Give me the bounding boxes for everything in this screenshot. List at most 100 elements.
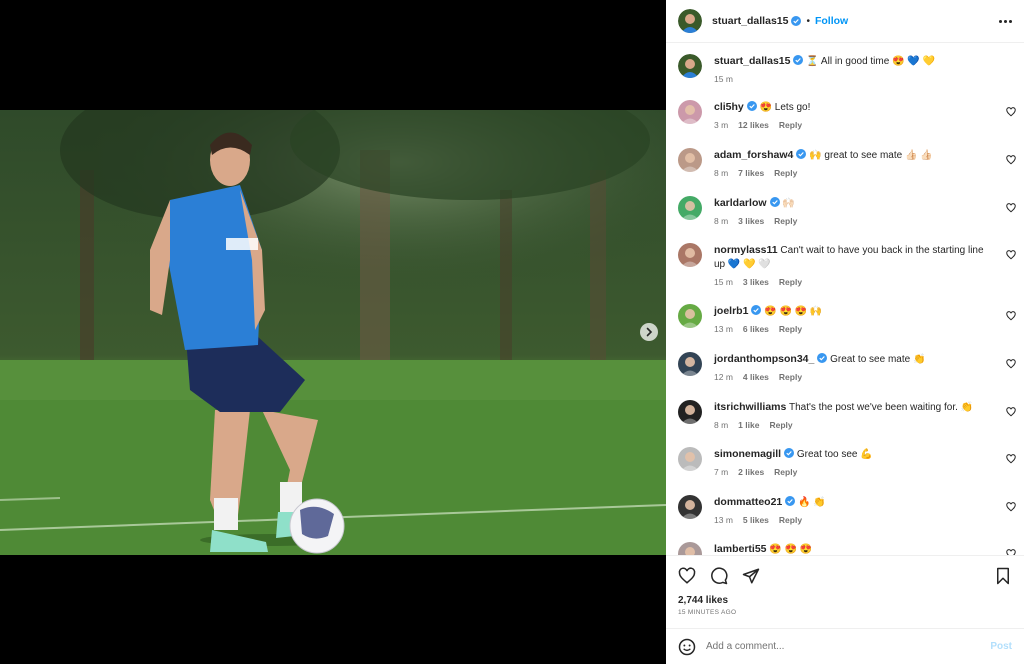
comment-body: itsrichwilliams That's the post we've be… [714, 400, 994, 432]
comment-likes[interactable]: 2 likes [738, 467, 764, 477]
verified-badge-icon [746, 101, 757, 111]
verified-badge-icon [751, 305, 762, 315]
reply-button[interactable]: Reply [779, 277, 802, 287]
reply-button[interactable]: Reply [779, 372, 802, 382]
comments-list[interactable]: stuart_dallas15 ⏳ All in good time 😍 💙 💛… [666, 43, 1024, 555]
heart-icon[interactable] [1006, 407, 1016, 417]
comment-meta: 3 m 12 likes Reply [714, 118, 994, 132]
comment-username[interactable]: joelrb1 [714, 305, 748, 317]
commenter-avatar[interactable] [678, 196, 702, 220]
post-photo[interactable] [0, 110, 666, 555]
heart-icon[interactable] [1006, 203, 1016, 213]
commenter-avatar[interactable] [678, 495, 702, 519]
author-username[interactable]: stuart_dallas15 [712, 15, 788, 27]
avatar-image [678, 9, 702, 33]
comment-likes[interactable]: 1 like [738, 420, 759, 430]
comment-username[interactable]: itsrichwilliams [714, 401, 786, 413]
avatar-image [678, 54, 702, 78]
comment-text: 🙌🏻 [782, 198, 795, 209]
heart-icon[interactable] [1006, 155, 1016, 165]
avatar-image [685, 547, 695, 555]
author-avatar[interactable] [678, 9, 702, 33]
comment-likes[interactable]: 3 likes [738, 216, 764, 226]
commenter-avatar[interactable] [678, 148, 702, 172]
caption-username[interactable]: stuart_dallas15 [714, 55, 790, 67]
comment-time: 12 m [714, 372, 733, 382]
comment-text: That's the post we've been waiting for. … [788, 402, 974, 413]
reply-button[interactable]: Reply [779, 324, 802, 334]
follow-button[interactable]: Follow [815, 15, 848, 27]
comment-text: 🙌 great to see mate 👍🏻 👍🏻 [809, 150, 933, 161]
comment-text: Great to see mate 👏 [830, 354, 926, 365]
heart-icon[interactable] [1006, 107, 1016, 117]
comment-body: adam_forshaw4 🙌 great to see mate 👍🏻 👍🏻 8… [714, 148, 994, 180]
caption-time: 15 m [714, 74, 733, 84]
reply-button[interactable]: Reply [779, 120, 802, 130]
comment-username[interactable]: adam_forshaw4 [714, 149, 793, 161]
emoji-button[interactable] [678, 638, 696, 656]
reply-button[interactable]: Reply [774, 168, 797, 178]
heart-icon [678, 567, 696, 584]
likes-count[interactable]: 2,744 likes [666, 595, 1024, 606]
comment-username[interactable]: dommatteo21 [714, 496, 782, 508]
comment-body: jordanthompson34_ Great to see mate 👏 12 … [714, 352, 994, 384]
comment-username[interactable]: jordanthompson34_ [714, 353, 814, 365]
heart-icon[interactable] [1006, 454, 1016, 464]
comment-time: 8 m [714, 420, 729, 430]
share-button[interactable] [742, 567, 760, 585]
chevron-right-icon [646, 327, 653, 337]
author-avatar[interactable] [678, 54, 702, 78]
reply-button[interactable]: Reply [769, 420, 792, 430]
commenter-avatar[interactable] [678, 100, 702, 124]
comment-username[interactable]: cli5hy [714, 101, 744, 113]
like-button[interactable] [678, 567, 696, 585]
post-comment-button[interactable]: Post [990, 641, 1012, 652]
comment-likes[interactable]: 6 likes [743, 324, 769, 334]
verified-badge-icon [769, 197, 780, 207]
posted-time: 15 MINUTES AGO [678, 609, 737, 616]
commenter-avatar[interactable] [678, 542, 702, 555]
verified-badge-icon [796, 149, 807, 159]
reply-button[interactable]: Reply [774, 467, 797, 477]
comment-likes[interactable]: 5 likes [743, 515, 769, 525]
comment-body: karldarlow 🙌🏻 8 m 3 likes Reply [714, 196, 994, 228]
comment-username[interactable]: simonemagill [714, 448, 781, 460]
separator-dot: • [806, 15, 810, 27]
heart-icon[interactable] [1006, 250, 1016, 260]
commenter-avatar[interactable] [678, 304, 702, 328]
comment-likes[interactable]: 4 likes [743, 372, 769, 382]
caption-text: ⏳ All in good time 😍 💙 💛 [806, 56, 935, 67]
comment-button[interactable] [710, 567, 728, 585]
comment-username[interactable]: lamberti55 [714, 543, 767, 555]
heart-icon[interactable] [1006, 311, 1016, 321]
reply-button[interactable]: Reply [774, 216, 797, 226]
reply-button[interactable]: Reply [779, 515, 802, 525]
avatar-image [681, 357, 699, 376]
avatar-image [681, 452, 699, 471]
comment-username[interactable]: karldarlow [714, 197, 767, 209]
heart-icon[interactable] [1006, 502, 1016, 512]
comment-time: 3 m [714, 120, 729, 130]
comment-username[interactable]: normylass11 [714, 244, 778, 256]
avatar-image [681, 405, 699, 424]
more-options-icon[interactable] [999, 19, 1012, 23]
next-photo-button[interactable] [640, 323, 658, 341]
comment-likes[interactable]: 3 likes [743, 277, 769, 287]
save-button[interactable] [994, 567, 1012, 585]
comment-time: 8 m [714, 216, 729, 226]
commenter-avatar[interactable] [678, 352, 702, 376]
comment-time: 13 m [714, 324, 733, 334]
verified-badge-icon [793, 55, 804, 65]
smiley-icon [678, 638, 696, 655]
commenter-avatar[interactable] [678, 243, 702, 267]
heart-icon[interactable] [1006, 359, 1016, 369]
post-actions-section: 2,744 likes 15 MINUTES AGO [666, 555, 1024, 628]
comment-time: 13 m [714, 515, 733, 525]
comment-text: 😍 😍 😍 🙌 [764, 306, 823, 317]
commenter-avatar[interactable] [678, 400, 702, 424]
commenter-avatar[interactable] [678, 447, 702, 471]
comment-likes[interactable]: 7 likes [738, 168, 764, 178]
avatar-image [681, 248, 699, 267]
comment-input[interactable] [706, 641, 991, 652]
comment-likes[interactable]: 12 likes [738, 120, 769, 130]
